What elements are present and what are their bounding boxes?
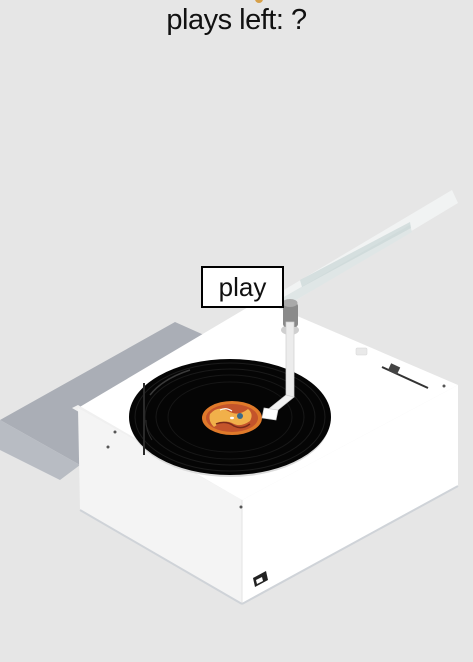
screw-dot (106, 445, 110, 449)
record-player-illustration (0, 0, 459, 605)
screw-dot (442, 384, 446, 388)
app-stage: plays left: ? play (0, 0, 473, 662)
vinyl-record-icon (129, 359, 331, 475)
screw-dot (113, 430, 117, 434)
led-indicator (355, 347, 368, 356)
top-partial-emoji-icon (255, 0, 263, 3)
play-button[interactable]: play (201, 266, 284, 308)
screw-dot (239, 505, 243, 509)
